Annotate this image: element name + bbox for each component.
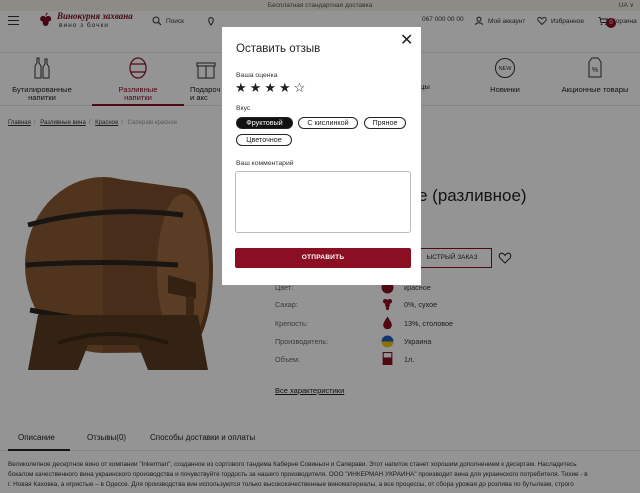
modal-title: Оставить отзыв bbox=[236, 43, 321, 55]
comment-label: Ваш комментарий bbox=[236, 160, 294, 167]
chip-fruity[interactable]: Фруктовый bbox=[236, 117, 293, 129]
taste-label: Вкус bbox=[236, 105, 251, 112]
star-filled-icon[interactable]: ★ bbox=[250, 81, 262, 94]
chip-sour[interactable]: С кислинкой bbox=[298, 117, 358, 129]
star-empty-icon[interactable]: ☆ bbox=[294, 81, 306, 94]
submit-review-button[interactable]: ОТПРАВИТЬ bbox=[235, 248, 411, 268]
rating-label: Ваша оценка bbox=[236, 72, 278, 79]
close-icon[interactable]: ✕ bbox=[400, 30, 413, 50]
chip-floral[interactable]: Цветочное bbox=[236, 134, 292, 146]
star-filled-icon[interactable]: ★ bbox=[264, 81, 276, 94]
review-modal: Оставить отзыв ✕ Ваша оценка ★ ★ ★ ★ ☆ В… bbox=[222, 27, 421, 285]
comment-textarea[interactable] bbox=[235, 171, 411, 233]
rating-stars: ★ ★ ★ ★ ☆ bbox=[235, 81, 305, 94]
star-filled-icon[interactable]: ★ bbox=[279, 81, 291, 94]
star-filled-icon[interactable]: ★ bbox=[235, 81, 247, 94]
chip-spicy[interactable]: Пряное bbox=[364, 117, 406, 129]
